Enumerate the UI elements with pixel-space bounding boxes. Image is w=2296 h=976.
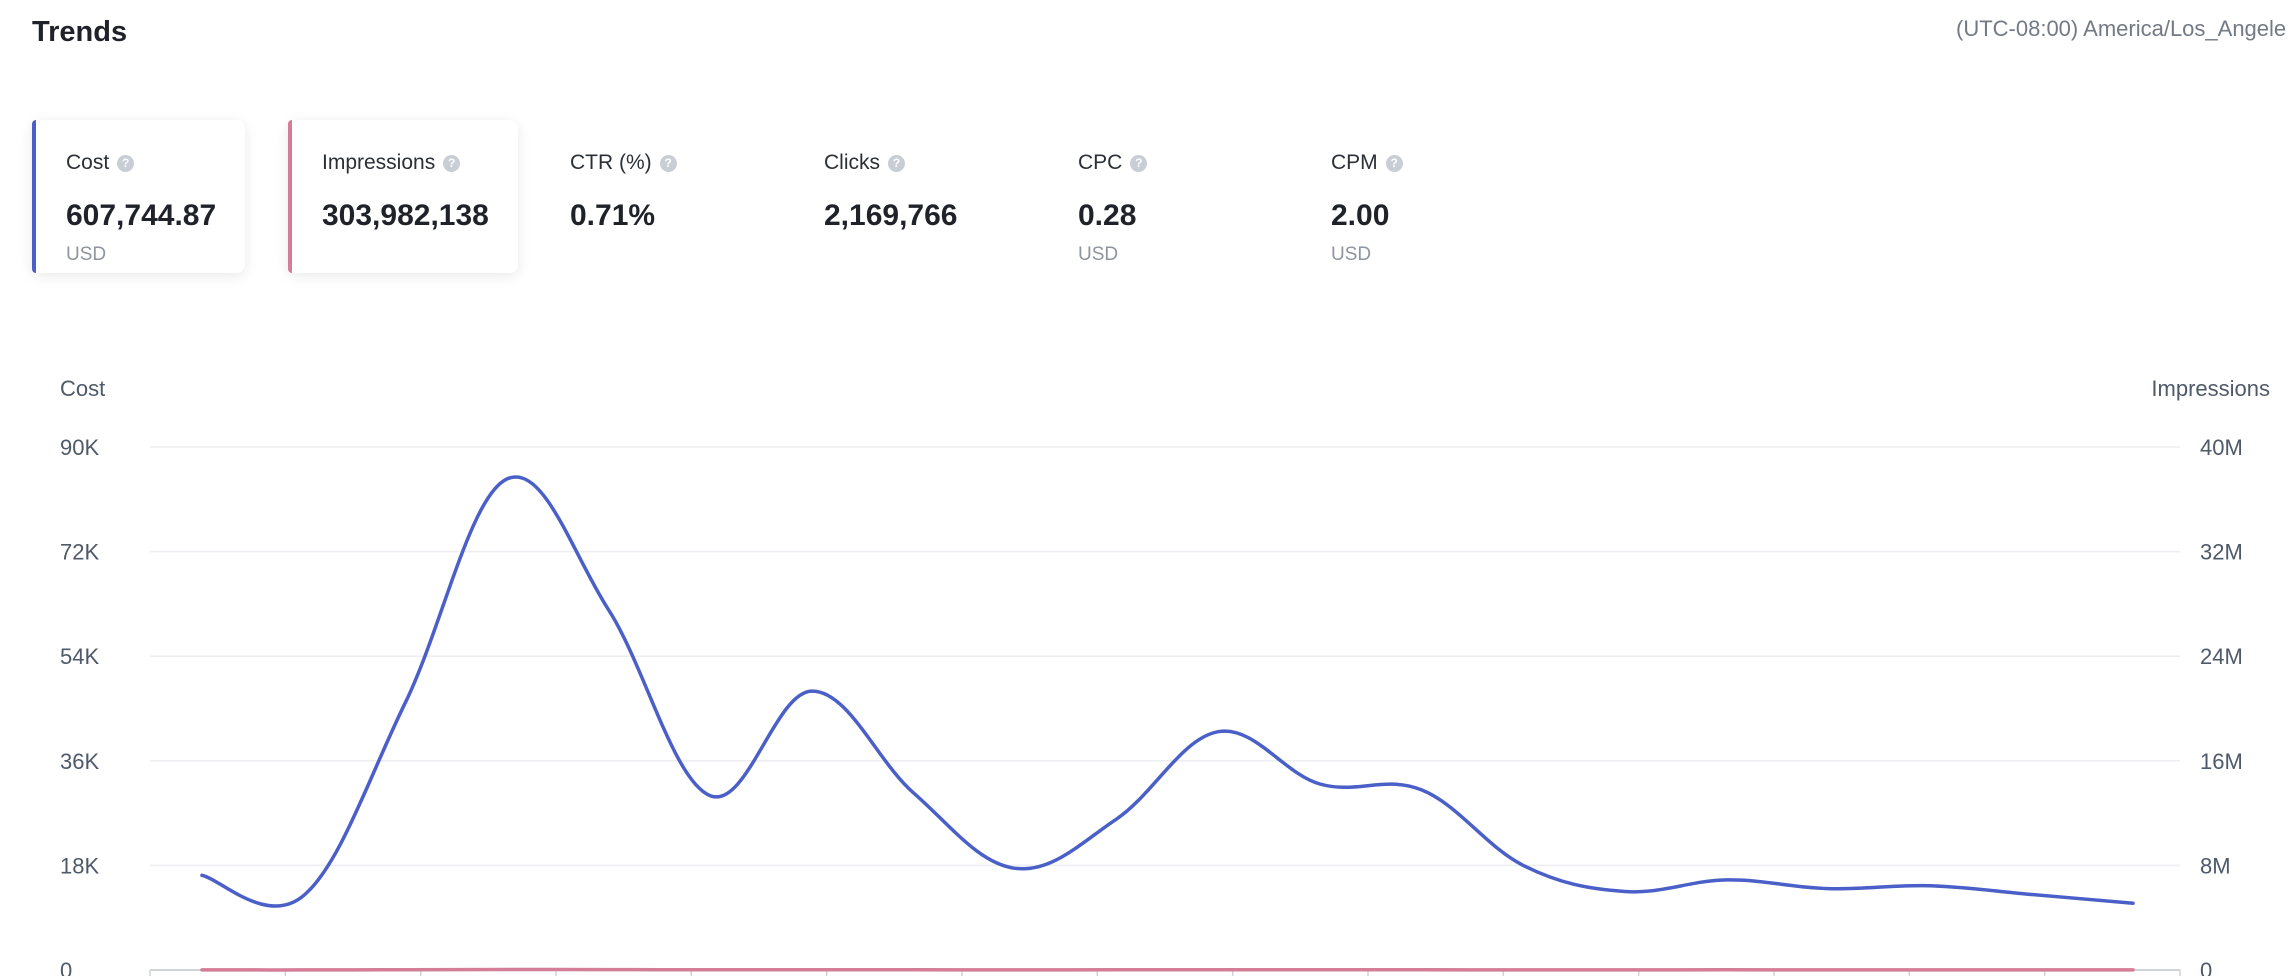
metric-card-cpm[interactable]: CPM? 2.00 USD — [1331, 120, 1585, 273]
metric-unit — [322, 244, 518, 268]
right-tick-label: 40M — [2200, 435, 2243, 460]
metric-card-cpc[interactable]: CPC? 0.28 USD — [1078, 120, 1331, 273]
metric-value: 2.00 — [1331, 199, 1390, 232]
left-tick-label: 90K — [60, 435, 99, 460]
metric-label: Cost — [66, 151, 110, 174]
right-tick-label: 32M — [2200, 540, 2243, 565]
metric-label: Clicks — [824, 151, 880, 174]
right-axis-label: Impressions — [2151, 376, 2270, 401]
metric-card-ctr[interactable]: CTR (%)? 0.71% — [570, 120, 824, 273]
timezone-label[interactable]: (UTC-08:00) America/Los_Angele — [1956, 16, 2296, 42]
right-tick-label: 16M — [2200, 749, 2243, 774]
metric-value: 607,744.87 — [66, 199, 217, 232]
left-axis-ticks: 0 18K 36K 54K 72K 90K — [60, 435, 99, 976]
metric-unit: USD — [1078, 244, 1119, 265]
series-line-cost[interactable] — [200, 475, 2135, 908]
metric-accent-bar — [32, 120, 36, 273]
left-tick-label: 36K — [60, 749, 99, 774]
help-icon[interactable]: ? — [117, 154, 135, 172]
page-title: Trends — [32, 16, 128, 48]
metric-card-impressions[interactable]: Impressions? 303,982,138 — [288, 120, 518, 273]
trend-chart[interactable]: 0 18K 36K 54K 72K 90K 0 8M 16M 24M 32M 40M Cost Im… — [0, 360, 2296, 976]
metric-label: Impressions — [322, 151, 436, 174]
right-tick-label: 24M — [2200, 644, 2243, 669]
help-icon[interactable]: ? — [888, 154, 905, 172]
metric-unit — [570, 244, 824, 268]
metric-value: 0.71% — [570, 199, 656, 232]
left-tick-label: 0 — [60, 958, 72, 976]
metric-cards: Cost? 607,744.87 USD Impressions? 303,98… — [32, 120, 1585, 273]
metric-accent-bar — [288, 120, 292, 273]
left-tick-label: 54K — [60, 644, 99, 669]
help-icon[interactable]: ? — [1385, 154, 1403, 172]
metric-label: CTR (%) — [570, 151, 652, 174]
metric-label: CPM — [1331, 151, 1378, 174]
left-axis-label: Cost — [60, 376, 105, 401]
metric-unit: USD — [66, 244, 107, 265]
help-icon[interactable]: ? — [443, 154, 461, 172]
metric-label: CPC — [1078, 151, 1123, 174]
help-icon[interactable]: ? — [659, 154, 677, 172]
help-icon[interactable]: ? — [1130, 154, 1148, 172]
right-axis-ticks: 0 8M 16M 24M 32M 40M — [2200, 435, 2243, 976]
metric-unit: USD — [1331, 244, 1372, 265]
metric-value: 303,982,138 — [322, 199, 489, 232]
right-tick-label: 0 — [2200, 958, 2212, 976]
left-tick-label: 18K — [60, 853, 99, 878]
metric-card-cost[interactable]: Cost? 607,744.87 USD — [32, 120, 245, 273]
chart-grid — [149, 446, 2181, 976]
metric-card-clicks[interactable]: Clicks? 2,169,766 — [824, 120, 1078, 273]
metric-unit — [824, 244, 1078, 268]
right-tick-label: 8M — [2200, 853, 2231, 878]
metric-value: 2,169,766 — [824, 199, 958, 232]
left-tick-label: 72K — [60, 540, 99, 565]
metric-value: 0.28 — [1078, 199, 1137, 232]
